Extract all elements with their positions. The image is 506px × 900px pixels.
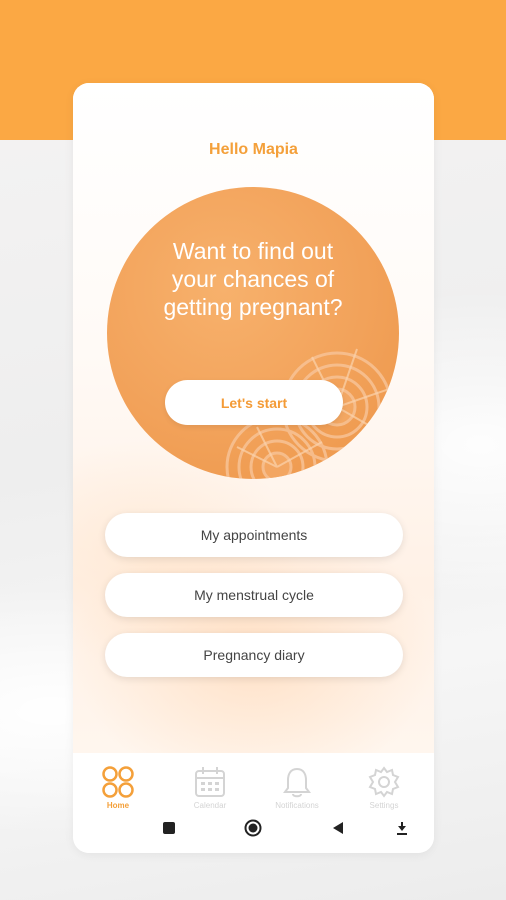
tab-calendar-label: Calendar [193, 801, 227, 810]
tab-settings-label: Settings [369, 801, 399, 810]
system-navigation-bar [73, 819, 434, 841]
tab-notifications-label: Notifications [275, 801, 319, 810]
tab-home[interactable]: Home [73, 765, 163, 810]
bottom-tab-bar: Home Calendar Notifications Settings [73, 753, 434, 853]
bell-icon [283, 767, 311, 798]
tab-calendar[interactable]: Calendar [165, 765, 255, 810]
tab-notifications[interactable]: Notifications [252, 765, 342, 810]
hero-title: Want to find out your chances of getting… [163, 238, 343, 320]
greeting-title: Hello Mapia [209, 141, 298, 158]
tab-home-label: Home [106, 801, 130, 810]
my-appointments-button[interactable]: My appointments [105, 513, 403, 557]
gear-icon [368, 766, 400, 798]
tab-settings[interactable]: Settings [339, 765, 429, 810]
pregnancy-diary-button[interactable]: Pregnancy diary [105, 633, 403, 677]
down-arrow-icon[interactable] [395, 821, 409, 837]
back-triangle-icon[interactable] [331, 821, 345, 835]
calendar-icon [195, 767, 225, 797]
hero-circle: Want to find out your chances of getting… [107, 187, 399, 479]
my-menstrual-cycle-button[interactable]: My menstrual cycle [105, 573, 403, 617]
square-icon[interactable] [162, 821, 176, 835]
home-circle-icon[interactable] [244, 819, 262, 837]
home-circles-icon [102, 766, 134, 798]
phone-screen: Hello Mapia Want to find out your chance… [73, 83, 434, 853]
lets-start-button[interactable]: Let's start [165, 380, 343, 425]
